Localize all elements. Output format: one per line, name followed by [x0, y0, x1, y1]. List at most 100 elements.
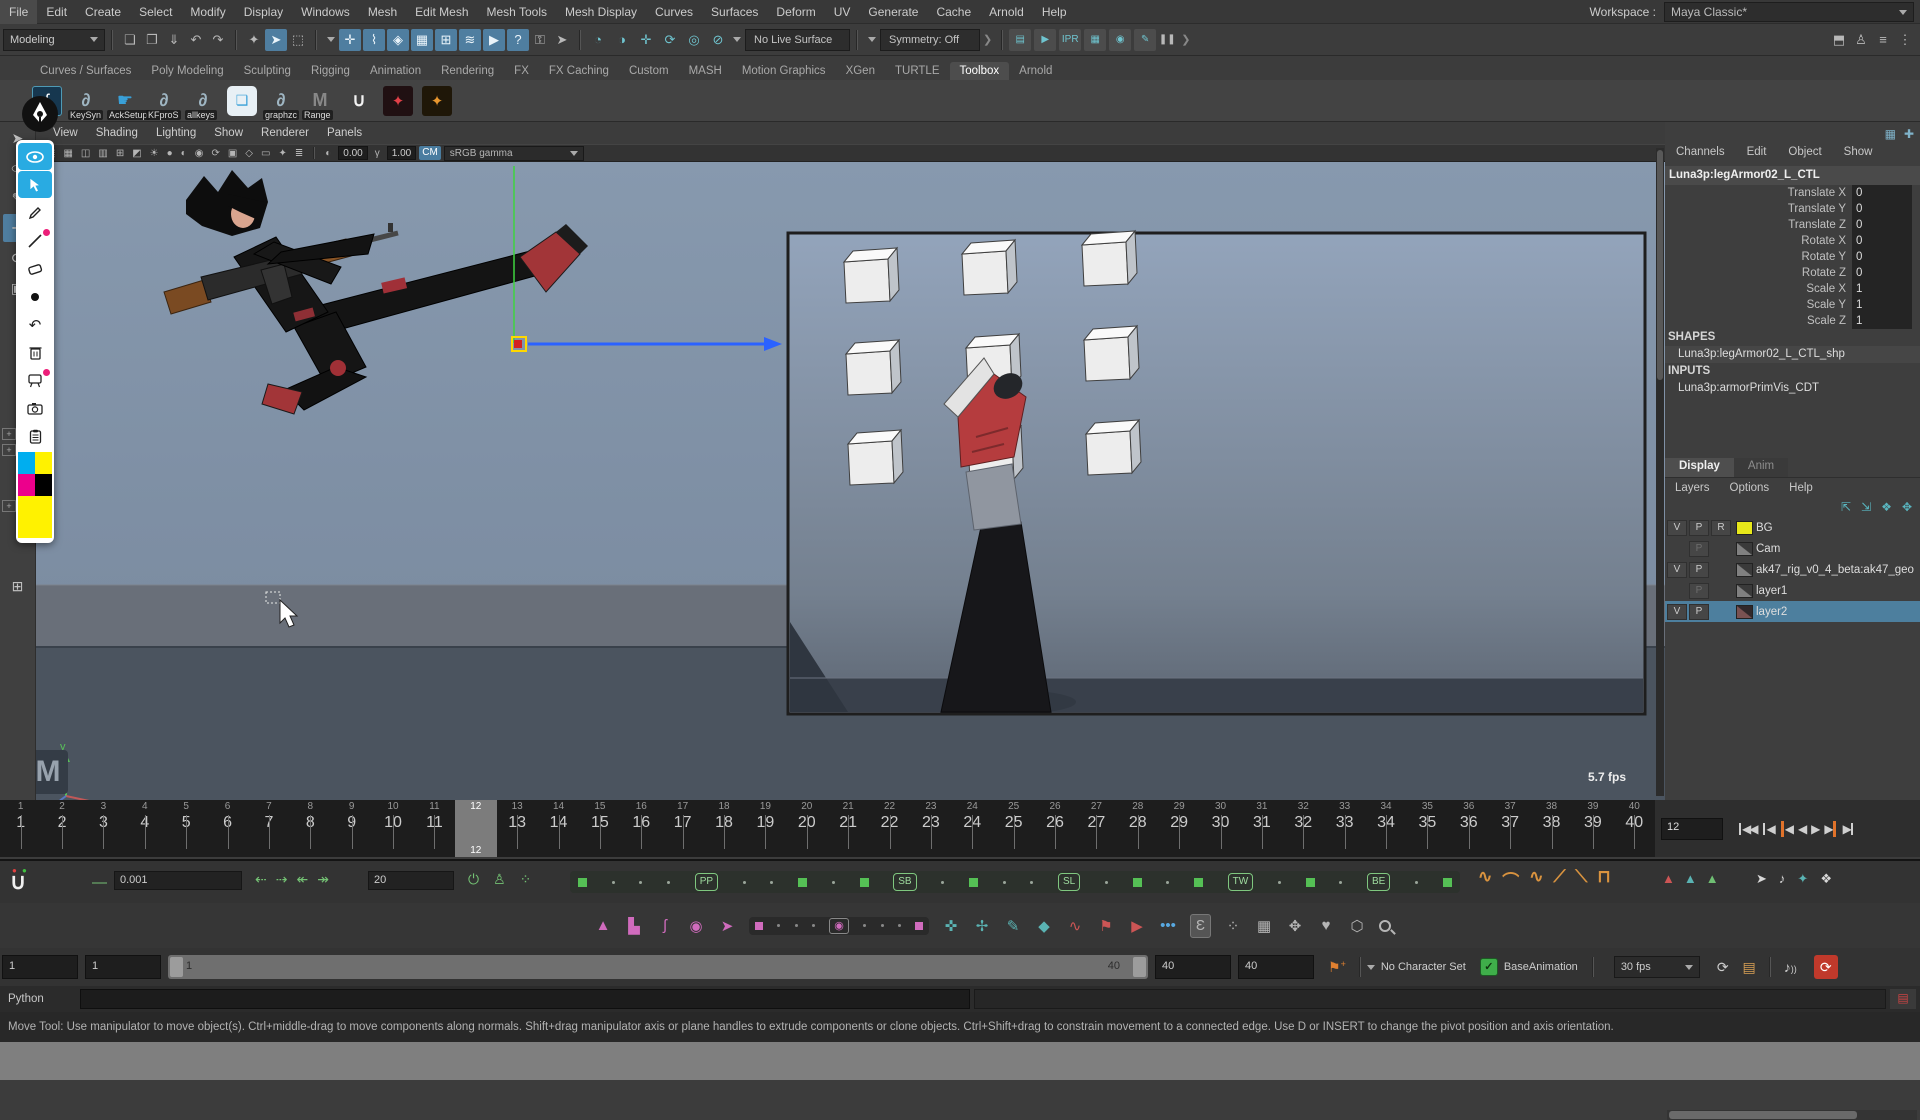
timeline-bookmark-marker[interactable] — [1105, 881, 1108, 884]
timeline-bookmark-marker[interactable] — [1133, 878, 1142, 887]
time-slider[interactable]: 1 1 2 2 3 3 4 4 5 5 6 6 7 7 8 — [0, 800, 1655, 857]
layer-visibility-toggle[interactable] — [1667, 583, 1687, 599]
gamma-icon[interactable]: γ — [375, 148, 380, 159]
viewport-tool-icon[interactable]: ▦ — [63, 148, 72, 159]
cube-object[interactable] — [1082, 231, 1137, 286]
mini-timeline-marker[interactable] — [777, 924, 780, 927]
sidebar-toggle-icon[interactable]: ▦ — [1885, 127, 1896, 141]
timeline-bookmark-marker[interactable] — [798, 878, 807, 887]
shelf-tab[interactable]: Motion Graphics — [732, 62, 836, 80]
layer-playback-toggle[interactable]: P — [1689, 541, 1709, 557]
layer-color-swatch[interactable] — [1736, 563, 1753, 577]
render-settings-icon[interactable]: ▦ — [1084, 29, 1106, 51]
timeline-bookmark-marker[interactable] — [1278, 881, 1281, 884]
cube-object[interactable] — [846, 340, 901, 395]
timeline-bookmark-marker[interactable] — [612, 881, 615, 884]
layer-move-icon[interactable]: ✥ — [1902, 500, 1912, 514]
timeline-frame[interactable]: 38 38 — [1531, 800, 1572, 857]
move-manipulator[interactable] — [512, 337, 782, 351]
shelf-tab[interactable]: Rigging — [301, 62, 360, 80]
dope-dots-icon[interactable]: ⁘ — [1224, 914, 1242, 938]
viewport-tool-icon[interactable]: ☀ — [150, 148, 159, 159]
mini-timeline-marker[interactable]: ◉ — [829, 918, 849, 934]
menu-item[interactable]: Curves — [646, 0, 702, 24]
timeline-frame[interactable]: 16 16 — [621, 800, 662, 857]
construction-help-icon[interactable]: ? — [507, 29, 529, 51]
clipboard-tool[interactable] — [18, 423, 52, 450]
step-back-frame-button[interactable]: ◀ — [1762, 821, 1773, 837]
undo-icon[interactable]: ↶ — [185, 29, 207, 51]
viewport-canvas[interactable]: y x z 5.7 fps M — [36, 162, 1665, 800]
layer-row[interactable]: V P ak47_rig_v0_4_beta:ak47_geo — [1665, 559, 1920, 580]
layer-playback-toggle[interactable]: P — [1689, 520, 1709, 536]
workspace-dropdown[interactable]: Maya Classic* — [1664, 2, 1914, 22]
tangent-preset-icon[interactable]: ∿ — [1478, 867, 1492, 892]
mini-timeline-marker[interactable] — [863, 924, 866, 927]
character-set-selector[interactable]: No Character Set — [1381, 961, 1466, 973]
cube-object[interactable] — [1086, 420, 1141, 475]
layer-move-icon[interactable]: ⇱ — [1841, 500, 1851, 514]
menu-item[interactable]: Arnold — [980, 0, 1033, 24]
current-frame-field[interactable]: 12 — [1661, 818, 1723, 840]
tangent-preset-icon[interactable]: ⟍ — [1575, 867, 1587, 892]
character-icon[interactable]: ♙ — [493, 871, 506, 888]
timeline-frame[interactable]: 11 11 — [414, 800, 455, 857]
layout-shortcut-button[interactable]: + — [2, 444, 16, 456]
key-tool-icon[interactable]: ▲ — [1662, 871, 1675, 886]
timeline-frame[interactable]: 7 7 — [248, 800, 289, 857]
layout-shortcut-button[interactable]: + — [2, 500, 16, 512]
viewport-tool-icon[interactable]: ◩ — [132, 148, 141, 159]
layer-color-swatch[interactable] — [1736, 584, 1753, 598]
gamma-field[interactable]: 1.00 — [387, 146, 416, 160]
chevron-down-icon[interactable] — [1367, 965, 1375, 970]
anim-frames-field[interactable]: 20 — [368, 871, 454, 890]
timeline-frame[interactable]: 6 6 — [207, 800, 248, 857]
render-current-icon[interactable]: ▶ — [1034, 29, 1056, 51]
select-object-icon[interactable]: ➤ — [265, 29, 287, 51]
annotation-pen-launcher[interactable] — [22, 96, 58, 132]
shelf-button[interactable]: ∂ graphzc — [262, 82, 300, 120]
fps-dropdown[interactable]: 30 fps — [1614, 956, 1700, 978]
timeline-frame[interactable]: 35 35 — [1407, 800, 1448, 857]
viewport-menu-item[interactable]: Renderer — [252, 127, 318, 139]
select-component-icon[interactable]: ⬚ — [287, 29, 309, 51]
next-clip-icon[interactable]: ↠ — [317, 871, 329, 888]
timeline-frame[interactable]: 5 5 — [166, 800, 207, 857]
timeline-frame[interactable]: 40 40 — [1614, 800, 1655, 857]
viewport-tool-icon[interactable]: ✦ — [278, 148, 286, 159]
menu-item[interactable]: UV — [825, 0, 860, 24]
timeline-bookmark-label[interactable]: TW — [1228, 873, 1254, 891]
viewport-menu-item[interactable]: View — [44, 127, 87, 139]
menu-item[interactable]: Mesh Tools — [478, 0, 556, 24]
menu-item[interactable]: Edit Mesh — [406, 0, 477, 24]
layer-visibility-toggle[interactable]: V — [1667, 520, 1687, 536]
color-management-icon[interactable]: CM — [419, 146, 441, 160]
layer-color-swatch[interactable] — [1736, 605, 1753, 619]
inputs-icon[interactable]: ▶ — [483, 29, 505, 51]
auto-keyframe-toggle[interactable]: ⟳ — [1814, 955, 1838, 979]
timeline-frame[interactable]: 19 19 — [745, 800, 786, 857]
shelf-tab[interactable]: MASH — [679, 62, 732, 80]
mini-timeline-marker[interactable] — [898, 924, 901, 927]
layer-name[interactable]: Cam — [1756, 543, 1780, 555]
channelbox-menu-item[interactable]: Channels — [1665, 146, 1736, 166]
select-hierarchy-icon[interactable]: ✦ — [243, 29, 265, 51]
viewport-tool-icon[interactable]: ◉ — [195, 148, 204, 159]
shape-node-name[interactable]: Luna3p:legArmor02_L_CTL_shp — [1665, 346, 1920, 363]
layer-display-type-toggle[interactable] — [1711, 541, 1731, 557]
timeline-bookmark-marker[interactable] — [1339, 881, 1342, 884]
pencil-tool[interactable] — [18, 199, 52, 226]
attribute-label[interactable]: Rotate X — [1665, 233, 1852, 249]
layer-visibility-toggle[interactable] — [1667, 541, 1687, 557]
timeline-bookmark-marker[interactable] — [941, 881, 944, 884]
pen-tool-icon[interactable]: ✎ — [1004, 914, 1022, 938]
heart-icon[interactable]: ♥ — [1317, 914, 1335, 938]
attribute-label[interactable]: Scale X — [1665, 281, 1852, 297]
layer-playback-toggle[interactable]: P — [1689, 562, 1709, 578]
layer-row[interactable]: V P layer2 — [1665, 601, 1920, 622]
playblast-icon[interactable]: ▤ — [1743, 959, 1756, 976]
range-slider[interactable]: 1 40 — [168, 955, 1148, 979]
channelbox-menu-item[interactable]: Edit — [1736, 146, 1778, 166]
timeline-frame[interactable]: 25 25 — [993, 800, 1034, 857]
attribute-value-field[interactable]: 0 — [1852, 201, 1912, 217]
